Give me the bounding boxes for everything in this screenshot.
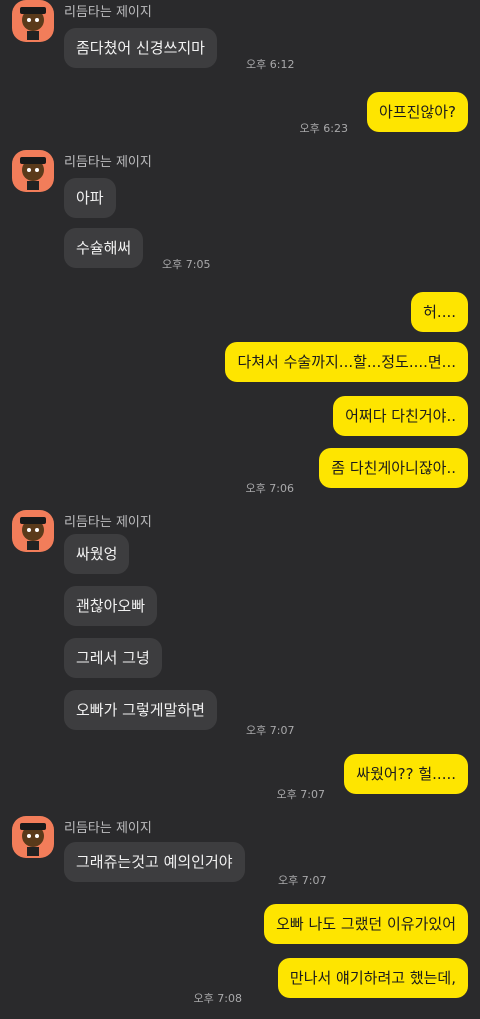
avatar[interactable] [12,0,54,42]
character-avatar-icon [20,157,46,190]
message-bubble[interactable]: 만나서 얘기하려고 했는데, [277,958,468,998]
message-bubble[interactable]: 싸웠엉 [64,534,130,574]
message-time: 오후 7:08 [193,992,242,1005]
avatar[interactable] [12,510,54,552]
message-bubble[interactable]: 괜찮아오빠 [64,586,158,626]
sender-name: 리듬타는 제이지 [64,155,152,170]
avatar[interactable] [12,150,54,192]
character-avatar-icon [20,7,46,40]
message-bubble[interactable]: 좀다쳤어 신경쓰지마 [64,28,217,68]
message-bubble[interactable]: 오빠가 그렇게말하면 [64,690,217,730]
message-time: 오후 6:23 [299,122,348,135]
sender-name: 리듬타는 제이지 [64,515,152,530]
message-time: 오후 7:05 [162,258,211,271]
message-bubble[interactable]: 다쳐서 수술까지...할...정도....면... [225,342,468,382]
sender-name: 리듬타는 제이지 [64,821,152,836]
message-time: 오후 7:06 [245,482,294,495]
message-bubble[interactable]: 아프진않아? [367,92,468,132]
message-bubble[interactable]: 어쩌다 다친거야.. [333,396,468,436]
message-bubble[interactable]: 아파 [64,178,116,218]
message-bubble[interactable]: 오빠 나도 그랬던 이유가있어 [264,904,468,944]
message-bubble[interactable]: 좀 다친게아니잖아.. [319,448,468,488]
sender-name: 리듬타는 제이지 [64,5,152,20]
message-time: 오후 7:07 [278,874,327,887]
message-time: 오후 7:07 [276,788,325,801]
message-bubble[interactable]: 허.... [411,292,468,332]
message-bubble[interactable]: 그래쥬는것고 예의인거야 [64,842,245,882]
message-time: 오후 7:07 [246,724,295,737]
message-time: 오후 6:12 [246,58,295,71]
avatar[interactable] [12,816,54,858]
character-avatar-icon [20,517,46,550]
message-bubble[interactable]: 그레서 그녕 [64,638,162,678]
message-bubble[interactable]: 수슐해써 [64,228,144,268]
message-bubble[interactable]: 싸웠어?? 헐..... [344,754,468,794]
character-avatar-icon [20,823,46,856]
